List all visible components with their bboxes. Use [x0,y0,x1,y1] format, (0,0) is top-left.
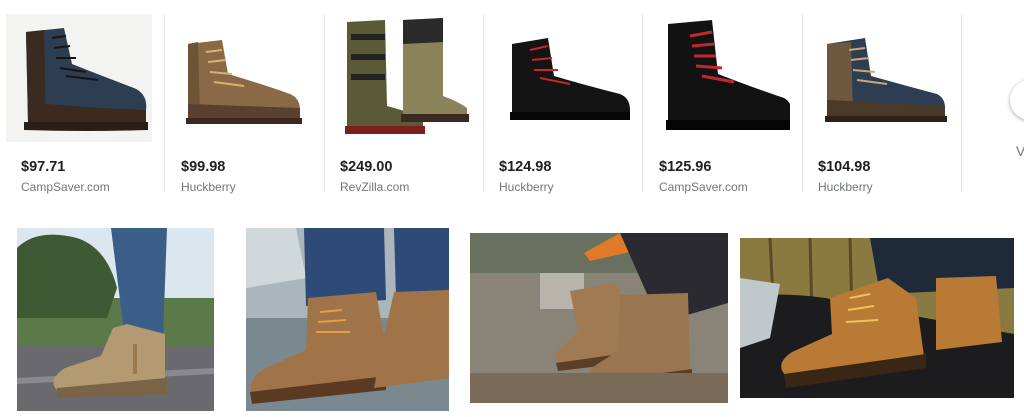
shopping-results-strip: $97.71 CampSaver.com $99.98 Huckberry $2… [0,0,1024,200]
product-merchant: Huckberry [499,180,554,194]
product-price: $97.71 [21,159,66,175]
product-card[interactable]: $125.96 CampSaver.com [638,14,790,194]
motorcycle-boots-icon[interactable] [325,14,471,142]
product-merchant: CampSaver.com [659,180,748,194]
boots-by-river-photo-icon[interactable] [246,228,449,411]
navy-brown-boot-icon[interactable] [803,14,949,142]
divider [961,14,962,192]
product-price: $249.00 [340,159,393,175]
black-red-lace-boot-icon[interactable] [644,14,790,142]
product-price: $104.98 [818,159,871,175]
black-red-lace-boot-icon[interactable] [484,14,630,142]
product-card[interactable]: $249.00 RevZilla.com [319,14,469,194]
product-merchant: RevZilla.com [340,180,410,194]
boots-on-campsite-photo-icon[interactable] [470,233,728,403]
brown-suede-boot-icon[interactable] [166,14,312,142]
product-merchant: CampSaver.com [21,180,110,194]
product-card[interactable]: $99.98 Huckberry [160,14,310,194]
product-merchant: Huckberry [818,180,873,194]
product-price: $125.96 [659,159,712,175]
product-price: $99.98 [181,159,226,175]
navy-leather-boot-icon[interactable] [6,14,152,142]
product-price: $124.98 [499,159,552,175]
boots-on-car-roof-photo-icon[interactable] [740,238,1014,398]
boots-on-road-photo-icon[interactable] [17,228,214,411]
product-card[interactable]: $97.71 CampSaver.com [0,14,152,194]
product-card[interactable]: $124.98 Huckberry [478,14,630,194]
product-card[interactable]: $104.98 Huckberry [797,14,947,194]
view-more-link[interactable]: V [1016,143,1024,159]
scroll-next-button[interactable] [1010,80,1024,120]
product-merchant: Huckberry [181,180,236,194]
